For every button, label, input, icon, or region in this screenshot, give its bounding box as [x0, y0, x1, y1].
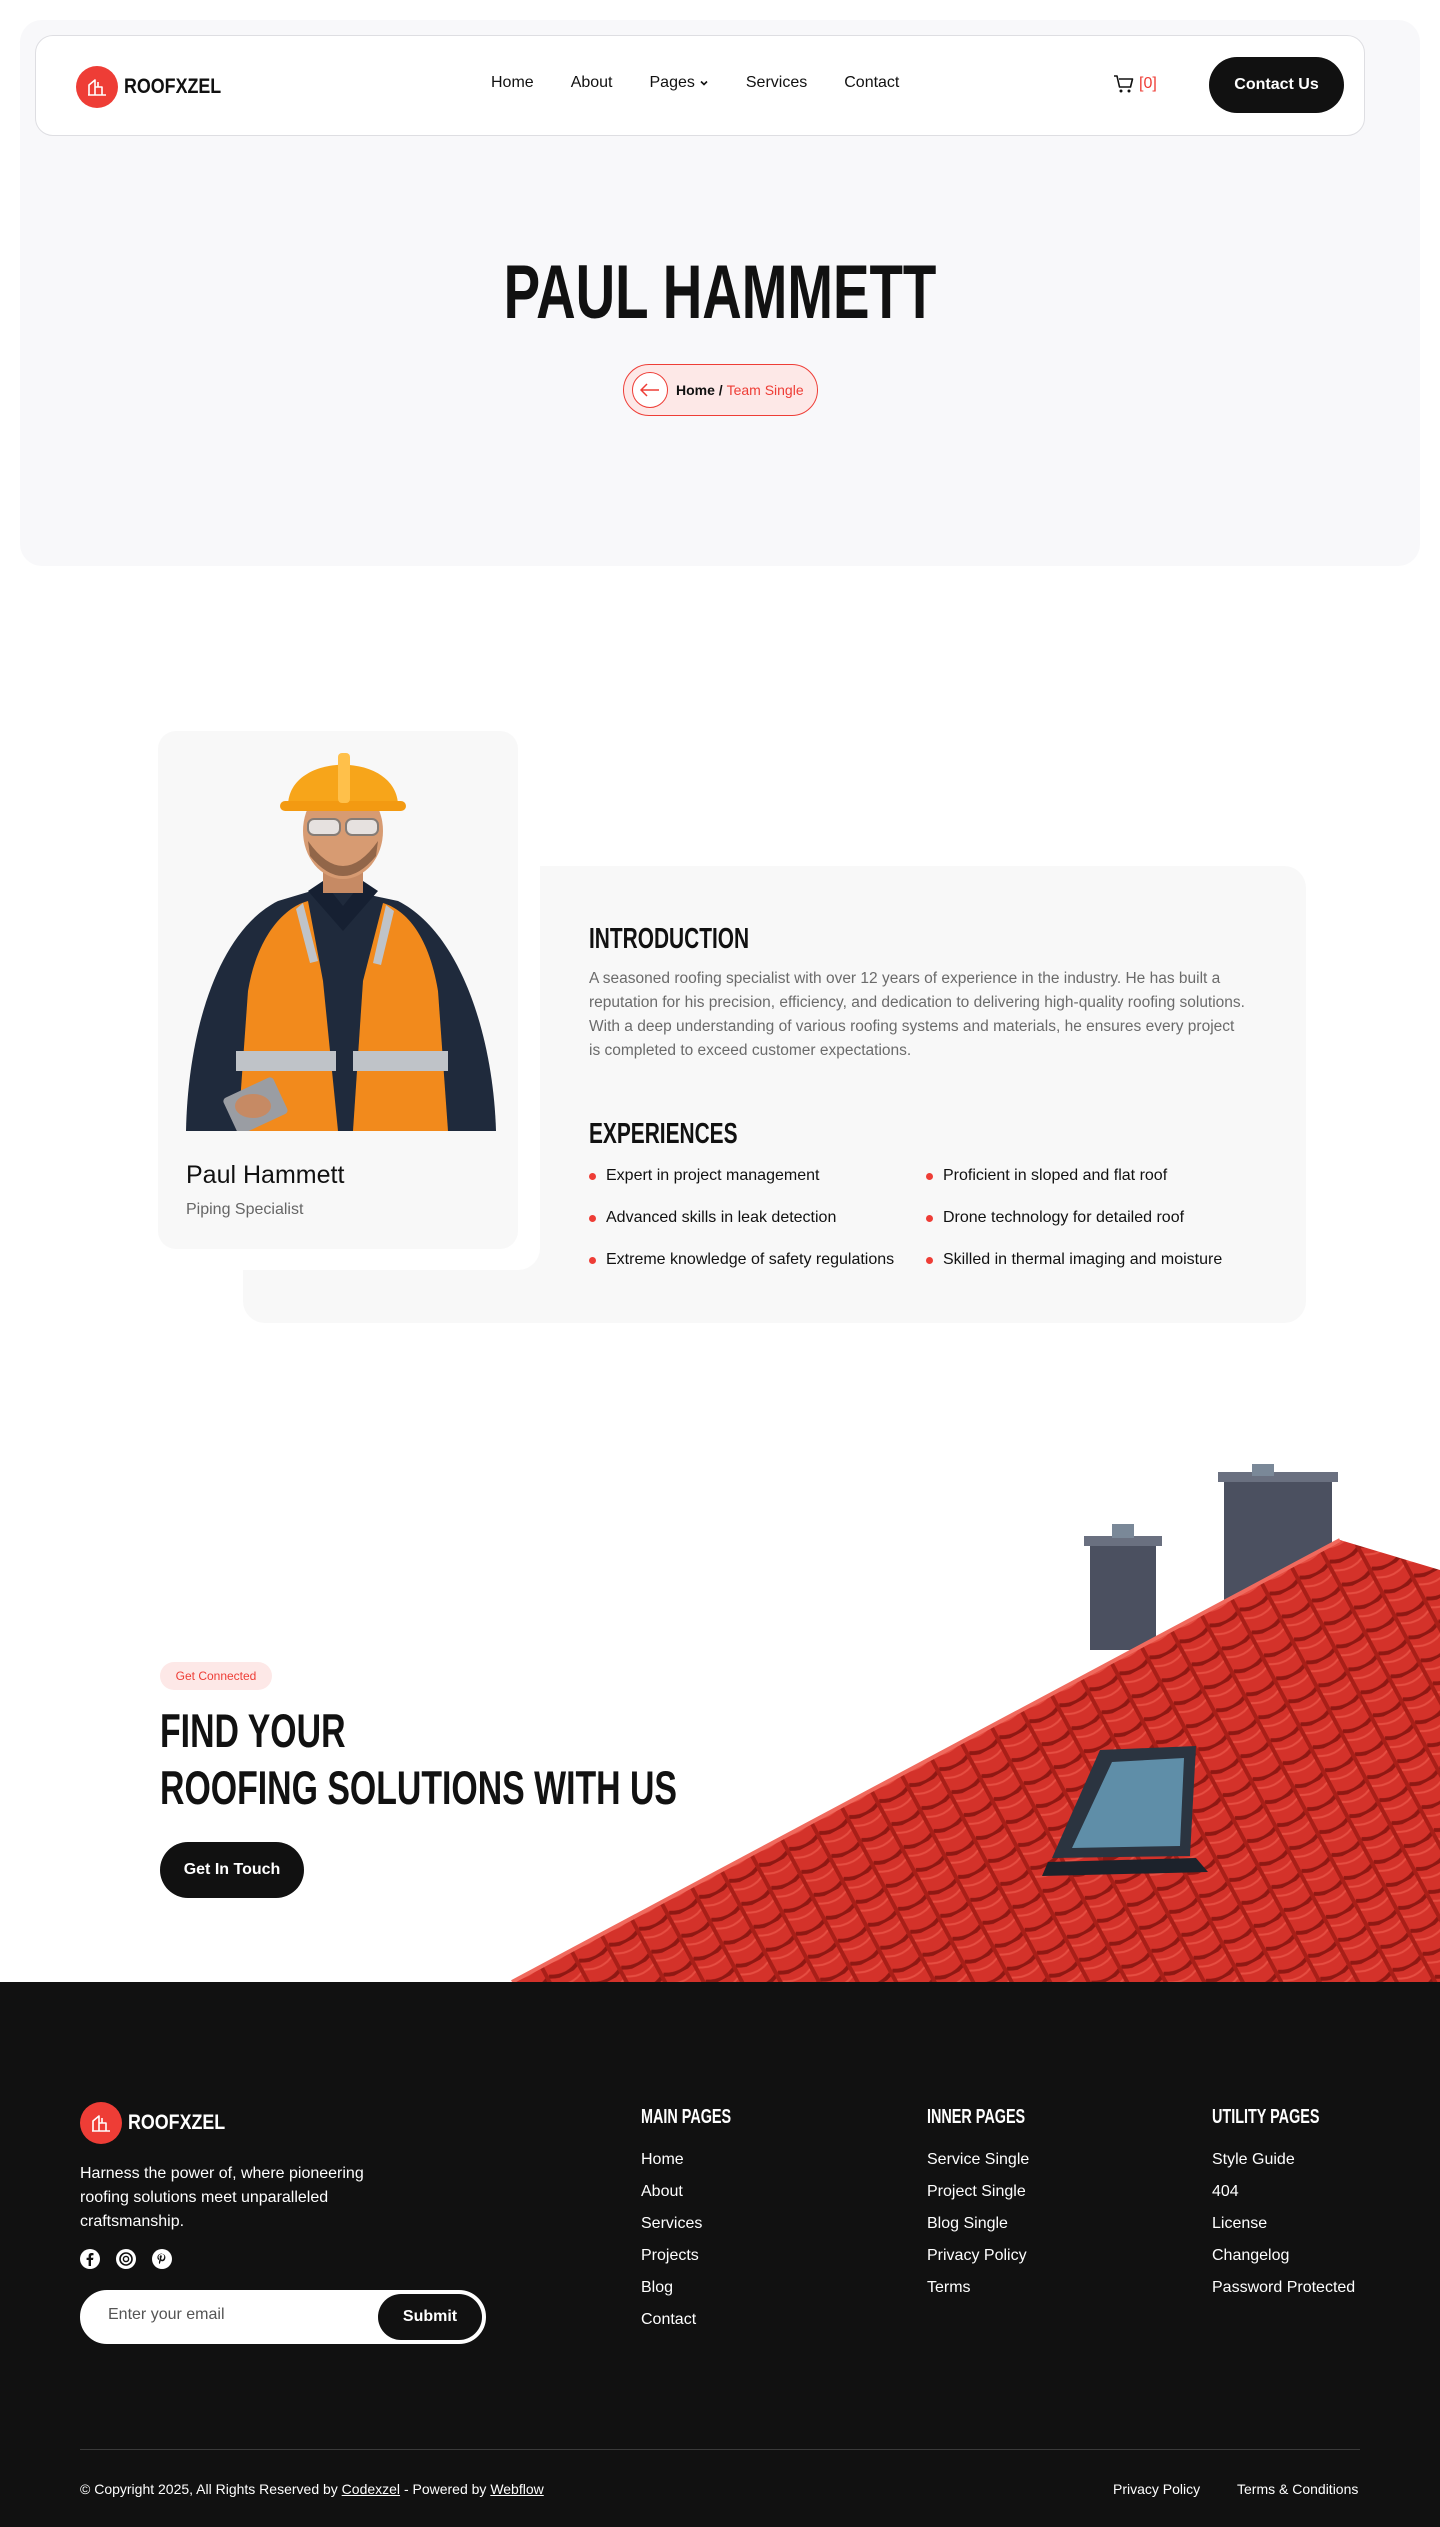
experiences-heading: EXPERIENCES: [589, 1118, 738, 1150]
footer-link[interactable]: Contact: [641, 2304, 766, 2336]
get-connected-tag: Get Connected: [160, 1662, 272, 1690]
footer-link[interactable]: License: [1212, 2208, 1361, 2240]
newsletter-form: Submit: [80, 2290, 486, 2344]
footer-link[interactable]: Privacy Policy: [927, 2240, 1063, 2272]
email-input[interactable]: [108, 2306, 358, 2324]
experience-text: Drone technology for detailed roof: [943, 1209, 1185, 1226]
footer-link[interactable]: Changelog: [1212, 2240, 1361, 2272]
brand-logo[interactable]: ROOFXZEL: [76, 66, 238, 108]
contact-us-button[interactable]: Contact Us: [1209, 57, 1344, 113]
house-icon: [76, 66, 118, 108]
main-nav: Home About Pages Services Contact: [491, 74, 936, 92]
experience-text: Proficient in sloped and flat roof: [943, 1167, 1168, 1184]
footer-link[interactable]: About: [641, 2176, 766, 2208]
experience-text: Expert in project management: [606, 1167, 820, 1184]
cart-icon: [1114, 75, 1134, 93]
bullet-icon: [589, 1256, 596, 1264]
footer-link[interactable]: Terms: [927, 2272, 1063, 2304]
bullet-icon: [589, 1172, 596, 1180]
webflow-link[interactable]: Webflow: [490, 2481, 543, 2497]
house-icon: [80, 2102, 122, 2144]
dribbble-icon[interactable]: [116, 2249, 136, 2269]
footer-column-title: INNER PAGES: [927, 2106, 1026, 2128]
breadcrumb-current: Team Single: [726, 382, 804, 398]
codexzel-link[interactable]: Codexzel: [342, 2481, 400, 2497]
experience-item: Expert in project management: [589, 1167, 819, 1185]
bullet-icon: [926, 1256, 933, 1264]
get-in-touch-button[interactable]: Get In Touch: [160, 1842, 304, 1898]
nav-pages-label: Pages: [649, 74, 695, 91]
bullet-icon: [926, 1214, 933, 1222]
footer-link[interactable]: Blog: [641, 2272, 766, 2304]
experience-item: Drone technology for detailed roof: [926, 1209, 1184, 1227]
experience-item: Proficient in sloped and flat roof: [926, 1167, 1167, 1185]
experience-item: Extreme knowledge of safety regulations: [589, 1251, 894, 1269]
footer-about: Harness the power of, where pioneering r…: [80, 2165, 364, 2230]
brand-name: ROOFXZEL: [124, 75, 222, 98]
footer-link[interactable]: Projects: [641, 2240, 766, 2272]
back-button[interactable]: [632, 372, 668, 408]
nav-contact[interactable]: Contact: [844, 74, 899, 92]
nav-home[interactable]: Home: [491, 74, 534, 92]
footer-link[interactable]: Home: [641, 2144, 766, 2176]
footer-link[interactable]: Services: [641, 2208, 766, 2240]
footer-column-title: UTILITY PAGES: [1212, 2106, 1320, 2128]
experience-text: Skilled in thermal imaging and moisture: [943, 1251, 1223, 1268]
privacy-policy-link[interactable]: Privacy Policy: [1113, 2481, 1200, 2497]
experience-text: Extreme knowledge of safety regulations: [606, 1251, 895, 1268]
footer-column-inner: INNER PAGES Service Single Project Singl…: [927, 2106, 1063, 2304]
arrow-left-icon: [640, 383, 659, 397]
terms-link[interactable]: Terms & Conditions: [1237, 2481, 1358, 2497]
nav-services[interactable]: Services: [746, 74, 807, 92]
submit-button[interactable]: Submit: [378, 2294, 482, 2340]
copyright-text: © Copyright 2025, All Rights Reserved by: [80, 2481, 338, 2497]
profile-name: Paul Hammett: [186, 1161, 345, 1189]
bullet-icon: [589, 1214, 596, 1222]
footer-column-utility: UTILITY PAGES Style Guide 404 License Ch…: [1212, 2106, 1361, 2304]
footer-divider: [80, 2449, 1360, 2450]
facebook-icon[interactable]: [80, 2249, 100, 2269]
powered-by-text: - Powered by: [403, 2481, 487, 2497]
profile-card: Paul Hammett Piping Specialist: [158, 731, 518, 1249]
nav-about[interactable]: About: [571, 74, 613, 92]
footer-link[interactable]: Password Protected: [1212, 2272, 1361, 2304]
footer-link[interactable]: Style Guide: [1212, 2144, 1361, 2176]
navbar: ROOFXZEL Home About Pages Services Conta…: [35, 35, 1365, 136]
copyright: © Copyright 2025, All Rights Reserved by…: [80, 2481, 544, 2497]
cta-title-line2: ROOFING SOLUTIONS WITH US: [160, 1761, 677, 1814]
breadcrumb: Home / Team Single: [623, 364, 818, 416]
roof-image: [511, 1464, 1440, 1982]
footer-link[interactable]: 404: [1212, 2176, 1361, 2208]
introduction-heading: INTRODUCTION: [589, 923, 750, 955]
cart-count: [0]: [1139, 75, 1157, 92]
footer-column-title: MAIN PAGES: [641, 2106, 732, 2128]
breadcrumb-trail: Home / Team Single: [676, 382, 804, 398]
experience-text: Advanced skills in leak detection: [606, 1209, 837, 1226]
pinterest-icon[interactable]: [152, 2249, 172, 2269]
introduction-text: A seasoned roofing specialist with over …: [589, 970, 1245, 1059]
cart-button[interactable]: [0]: [1113, 74, 1157, 94]
experience-item: Advanced skills in leak detection: [589, 1209, 836, 1227]
bullet-icon: [926, 1172, 933, 1180]
experience-item: Skilled in thermal imaging and moisture: [926, 1251, 1222, 1269]
footer: ROOFXZEL Harness the power of, where pio…: [0, 1982, 1440, 2527]
page-title: PAUL HAMMETT: [503, 250, 937, 335]
nav-pages[interactable]: Pages: [650, 74, 709, 92]
footer-column-main: MAIN PAGES Home About Services Projects …: [641, 2106, 766, 2336]
cta-title-line1: FIND YOUR: [160, 1704, 346, 1757]
footer-link[interactable]: Blog Single: [927, 2208, 1063, 2240]
team-member-photo: [186, 753, 496, 1131]
profile-role: Piping Specialist: [186, 1201, 304, 1218]
breadcrumb-home[interactable]: Home /: [676, 382, 723, 398]
footer-logo[interactable]: ROOFXZEL: [80, 2102, 242, 2144]
footer-link[interactable]: Service Single: [927, 2144, 1063, 2176]
social-links: [80, 2249, 172, 2269]
footer-link[interactable]: Project Single: [927, 2176, 1063, 2208]
chevron-down-icon: [700, 80, 708, 86]
brand-name: ROOFXZEL: [128, 2111, 226, 2134]
